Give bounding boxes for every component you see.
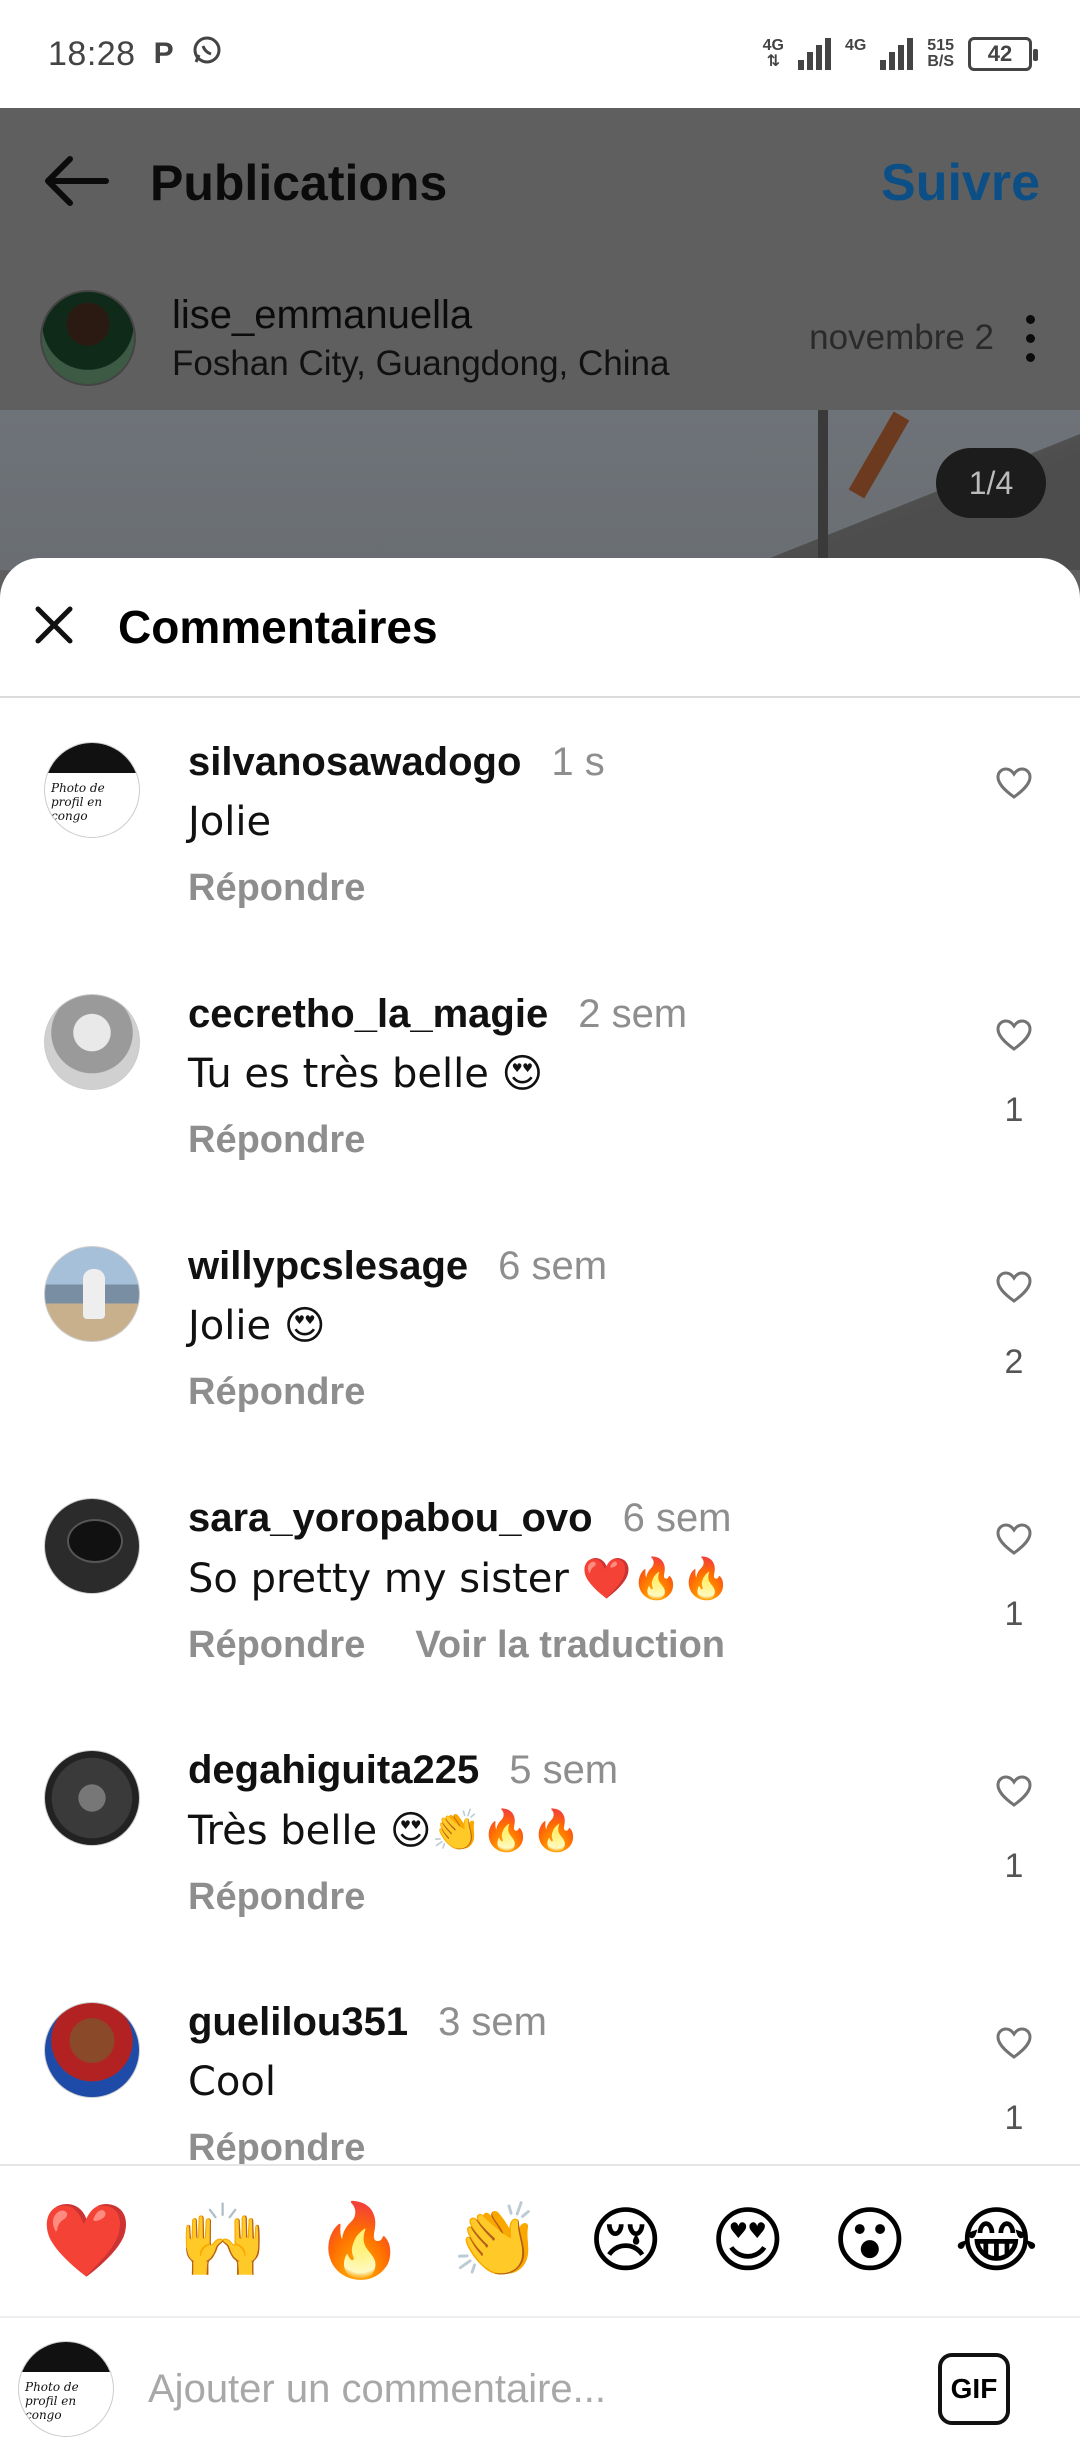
comment-text: Jolie [188,799,272,845]
comment-item: willypcslesage 6 sem Jolie 😍 Répondre 2 [0,1204,1080,1456]
comment-text: So pretty my sister ❤️🔥🔥 [188,1556,731,1602]
post-author-avatar[interactable] [40,290,136,386]
comment-username[interactable]: guelilou351 [188,2000,408,2045]
speed-value: 515 [927,37,954,54]
sheet-title: Commentaires [118,601,438,653]
follow-button[interactable]: Suivre [881,153,1040,213]
commenter-avatar[interactable]: Photo de profil en congo [44,742,140,838]
comment-time: 3 sem [438,2000,547,2044]
network-indicator-2: 4G [845,38,866,70]
image-counter: 1/4 [936,448,1046,518]
post-location[interactable]: Foshan City, Guangdong, China [172,344,669,384]
reply-button[interactable]: Répondre [188,1876,365,1919]
post-header: lise_emmanuella Foshan City, Guangdong, … [0,268,1080,408]
heart-icon[interactable] [995,1271,1033,1308]
commenter-avatar[interactable] [44,1750,140,1846]
signal-icon-2 [880,38,914,70]
heart-icon[interactable] [995,1775,1033,1812]
see-translation-button[interactable]: Voir la traduction [415,1624,725,1667]
sheet-header: Commentaires [0,558,1080,698]
heart-icon[interactable] [995,2027,1033,2064]
comment-text: Jolie 😍 [188,1303,326,1349]
comment-time: 2 sem [578,992,688,1036]
post-image[interactable] [0,410,1080,570]
comment-username[interactable]: willypcslesage [188,1244,468,1289]
page-title: Publications [150,155,448,211]
status-time: 18:28 [48,34,136,73]
status-bar: 18:28 P 4G ⇅ 4G 515 B/S 42 [0,0,1080,108]
whatsapp-icon [192,35,222,73]
reply-button[interactable]: Répondre [188,1624,365,1667]
emoji-fire[interactable]: 🔥 [315,2204,405,2276]
like-count: 1 [1004,1847,1024,1885]
like-count: 1 [1004,1595,1024,1633]
battery-level: 42 [987,41,1013,66]
heart-icon[interactable] [995,767,1033,804]
current-user-avatar: Photo de profil en congo [18,2341,114,2437]
comment-item: guelilou351 3 sem Cool Répondre 1 [0,1960,1080,2170]
post-date: novembre 2 [809,318,994,357]
emoji-quick-bar: ❤️ 🙌 🔥 👏 😢 😍 😮 😂 [0,2164,1080,2314]
comment-username[interactable]: silvanosawadogo [188,740,521,785]
network-indicator: 4G ⇅ [762,37,784,70]
like-count: 1 [1004,2099,1024,2137]
comment-username[interactable]: sara_yoropabou_ovo [188,1496,593,1541]
comment-list[interactable]: Photo de profil en congo silvanosawadogo… [0,700,1080,2170]
reply-button[interactable]: Répondre [188,867,365,910]
like-count: 1 [1004,1091,1024,1129]
battery-icon: 42 [968,37,1038,71]
comment-time: 1 s [551,740,605,784]
comment-item: degahiguita225 5 sem Très belle 😍👏🔥🔥 Rép… [0,1708,1080,1960]
comment-input[interactable] [148,2366,938,2412]
comment-item: Photo de profil en congo silvanosawadogo… [0,700,1080,952]
post-author-username[interactable]: lise_emmanuella [172,293,669,338]
comment-time: 5 sem [509,1748,619,1792]
back-arrow-icon[interactable] [40,151,110,216]
commenter-avatar[interactable] [44,994,140,1090]
avatar-caption: Photo de profil en congo [25,2380,79,2422]
top-nav: Publications Suivre [0,108,1080,258]
emoji-heart[interactable]: ❤️ [42,2204,132,2276]
like-count: 2 [1004,1343,1024,1381]
comment-username[interactable]: cecretho_la_magie [188,992,548,1037]
more-options-icon[interactable] [1020,314,1040,362]
emoji-laughing[interactable]: 😂 [954,2204,1038,2276]
comment-time: 6 sem [622,1496,732,1540]
network-type-2: 4G [844,37,867,54]
comment-text: Tu es très belle 😍 [188,1051,544,1097]
emoji-raised-hands[interactable]: 🙌 [178,2204,268,2276]
comment-text: Très belle 😍👏🔥🔥 [188,1808,581,1854]
signal-icon [797,38,831,70]
comment-item: sara_yoropabou_ovo 6 sem So pretty my si… [0,1456,1080,1708]
commenter-avatar[interactable] [44,2002,140,2098]
emoji-crying[interactable]: 😢 [588,2204,663,2276]
commenter-avatar[interactable] [44,1246,140,1342]
heart-icon[interactable] [995,1523,1033,1560]
parking-p-icon: P [153,37,174,70]
comment-item: cecretho_la_magie 2 sem Tu es très belle… [0,952,1080,1204]
avatar-caption: Photo de profil en congo [51,781,105,823]
heart-icon[interactable] [995,1019,1033,1056]
comment-composer: Photo de profil en congo GIF [0,2316,1080,2460]
reply-button[interactable]: Répondre [188,1371,365,1414]
emoji-surprised[interactable]: 😮 [832,2204,907,2276]
close-icon[interactable] [32,603,76,652]
reply-button[interactable]: Répondre [188,1119,365,1162]
network-type-1: 4G [762,37,784,54]
comment-text: Cool [188,2059,276,2105]
commenter-avatar[interactable] [44,1498,140,1594]
comment-username[interactable]: degahiguita225 [188,1748,479,1793]
speed-unit: B/S [927,53,954,70]
network-speed: 515 B/S [927,38,954,70]
emoji-clap[interactable]: 👏 [451,2204,541,2276]
gif-button[interactable]: GIF [938,2353,1010,2425]
emoji-heart-eyes[interactable]: 😍 [710,2204,785,2276]
comment-time: 6 sem [498,1244,608,1288]
